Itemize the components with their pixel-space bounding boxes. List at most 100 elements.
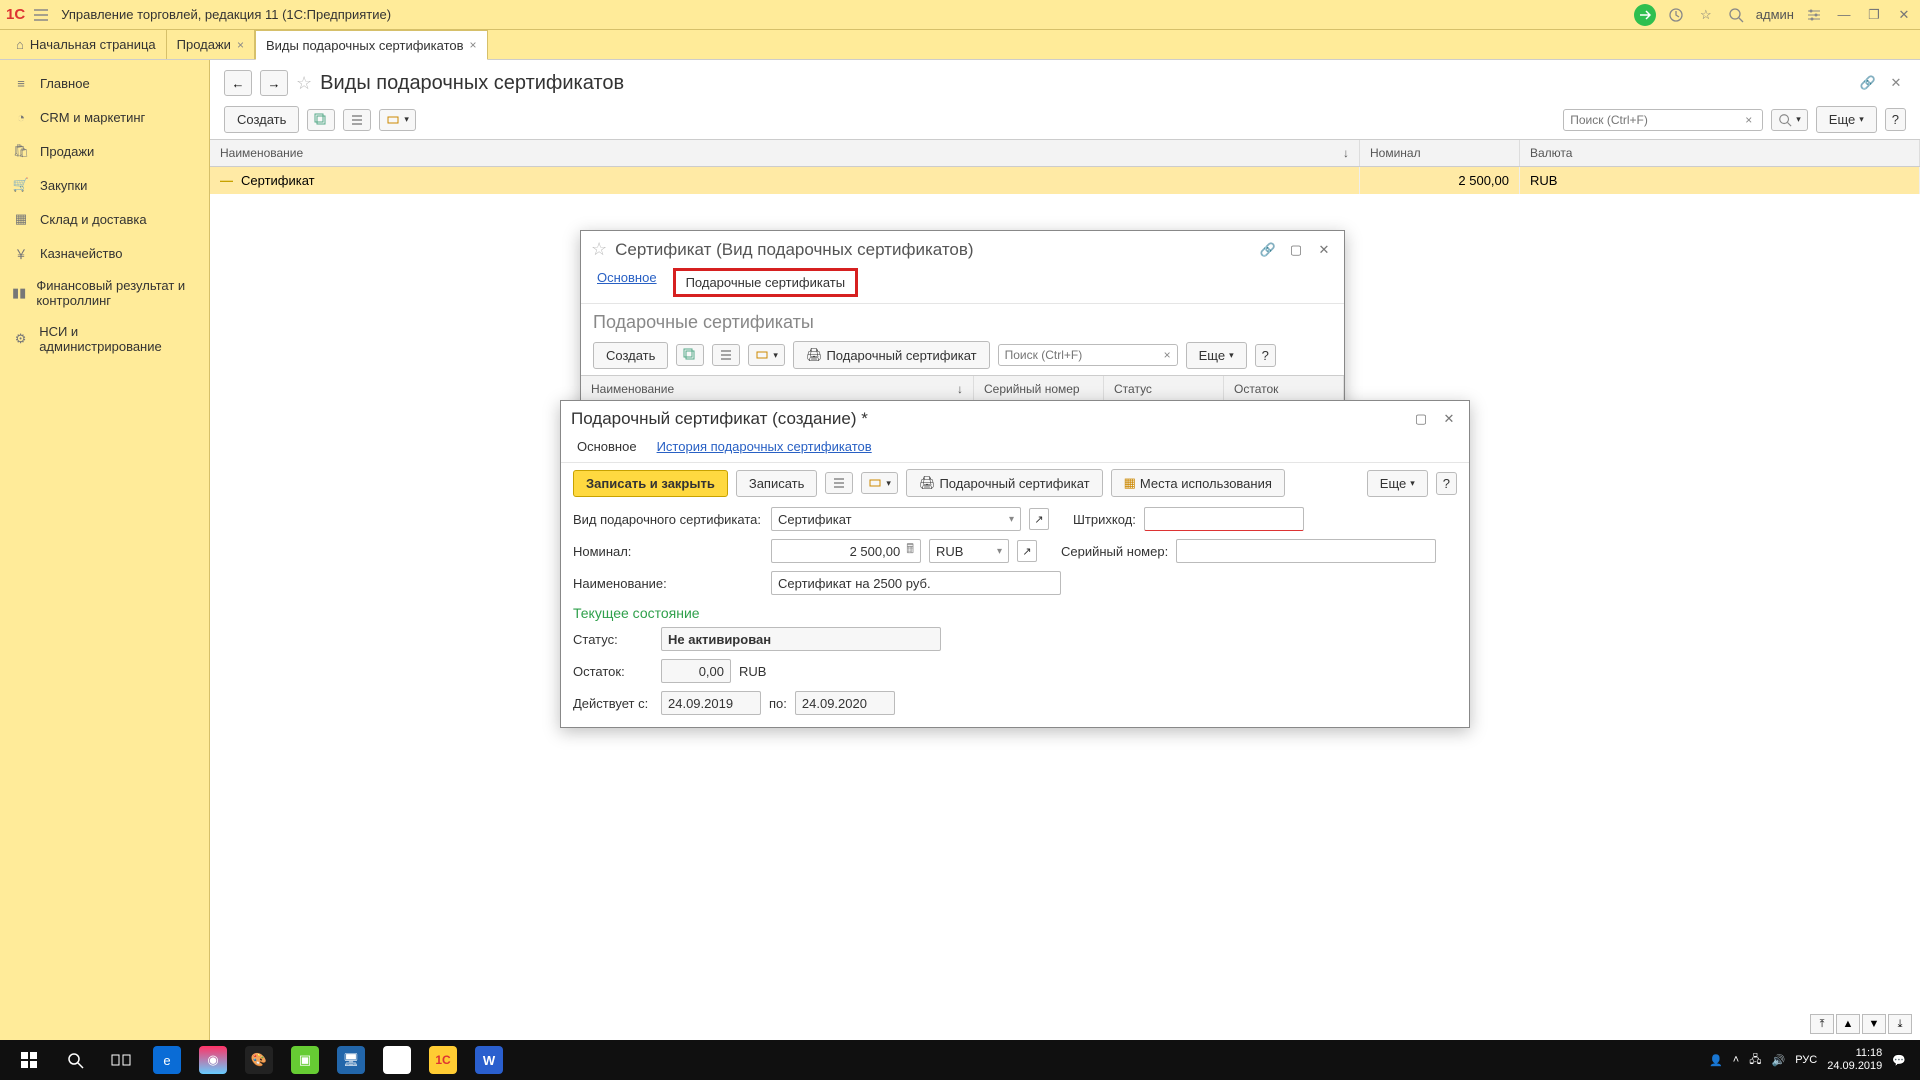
taskview-button[interactable] bbox=[98, 1040, 144, 1080]
favorite-star-icon[interactable]: ☆ bbox=[591, 239, 607, 260]
modal-search-input[interactable] bbox=[1005, 348, 1160, 362]
start-button[interactable] bbox=[6, 1040, 52, 1080]
scroll-up-button[interactable]: ▲ bbox=[1836, 1014, 1860, 1034]
nav-back-button[interactable]: ← bbox=[224, 70, 252, 96]
modal-col-rest[interactable]: Остаток bbox=[1224, 376, 1344, 402]
tab-close-icon[interactable]: × bbox=[237, 38, 244, 52]
window-minimize[interactable]: — bbox=[1834, 5, 1854, 25]
hamburger-icon[interactable] bbox=[29, 3, 53, 27]
scroll-bottom-button[interactable]: ⤓ bbox=[1888, 1014, 1912, 1034]
column-nominal[interactable]: Номинал bbox=[1360, 140, 1520, 166]
subtab-main[interactable]: Основное bbox=[573, 437, 641, 456]
link-icon[interactable]: 🔗 bbox=[1858, 73, 1878, 93]
help-button[interactable]: ? bbox=[1885, 108, 1906, 131]
currency-open-button[interactable]: ↗ bbox=[1017, 540, 1037, 562]
search-field[interactable]: × bbox=[1563, 109, 1763, 131]
taskbar-app-green[interactable]: ▣ bbox=[282, 1040, 328, 1080]
modal-help-button[interactable]: ? bbox=[1255, 344, 1276, 367]
tab-home[interactable]: ⌂ Начальная страница bbox=[6, 30, 167, 59]
create-button[interactable]: Создать bbox=[224, 106, 299, 133]
taskbar-app-chrome[interactable]: ◎ bbox=[374, 1040, 420, 1080]
search-input[interactable] bbox=[1570, 113, 1741, 127]
modal-list-button[interactable] bbox=[712, 344, 740, 366]
help-button[interactable]: ? bbox=[1436, 472, 1457, 495]
tray-lang[interactable]: РУС bbox=[1795, 1054, 1817, 1066]
tray-clock[interactable]: 11:18 24.09.2019 bbox=[1827, 1047, 1882, 1073]
modal-col-serial[interactable]: Серийный номер bbox=[974, 376, 1104, 402]
taskbar-app-maps[interactable]: ◉ bbox=[190, 1040, 236, 1080]
tab-sales[interactable]: Продажи × bbox=[167, 30, 255, 59]
calculator-icon[interactable]: 🖩 bbox=[906, 540, 914, 562]
sidebar-item-storage[interactable]: ▦ Склад и доставка bbox=[0, 202, 209, 236]
column-name[interactable]: Наименование ↓ bbox=[210, 140, 1360, 166]
print-dropdown-button[interactable]: ▾ bbox=[861, 472, 898, 494]
sidebar-item-main[interactable]: ≡ Главное bbox=[0, 66, 209, 100]
list-button[interactable] bbox=[825, 472, 853, 494]
tray-people-icon[interactable]: 👤 bbox=[1709, 1054, 1723, 1067]
currency-select[interactable]: RUB ▾ bbox=[929, 539, 1009, 563]
save-close-button[interactable]: Записать и закрыть bbox=[573, 470, 728, 497]
nominal-input[interactable]: 2 500,00 🖩 bbox=[771, 539, 921, 563]
sidebar-item-crm[interactable]: ◔ CRM и маркетинг bbox=[0, 100, 209, 134]
modal-close[interactable]: ✕ bbox=[1439, 409, 1459, 429]
serial-input[interactable] bbox=[1176, 539, 1436, 563]
link-icon[interactable]: 🔗 bbox=[1258, 240, 1278, 260]
taskbar-app-word[interactable]: W bbox=[466, 1040, 512, 1080]
modal-search-field[interactable]: × bbox=[998, 344, 1178, 366]
modal-col-name[interactable]: Наименование ↓ bbox=[581, 376, 974, 402]
favorite-star-icon[interactable]: ☆ bbox=[296, 73, 312, 94]
list-view-button[interactable] bbox=[343, 109, 371, 131]
tray-volume-icon[interactable]: 🔊 bbox=[1772, 1054, 1786, 1067]
sidebar-item-admin[interactable]: ⚙ НСИ и администрирование bbox=[0, 316, 209, 362]
search-icon[interactable] bbox=[1726, 5, 1746, 25]
search-clear-icon[interactable]: × bbox=[1160, 348, 1175, 362]
taskbar-app-1c[interactable]: 1С bbox=[420, 1040, 466, 1080]
subtab-history[interactable]: История подарочных сертификатов bbox=[653, 437, 876, 456]
table-row[interactable]: — Сертификат 2 500,00 RUB bbox=[210, 167, 1920, 194]
sidebar-item-financial[interactable]: ▮▮ Финансовый результат и контроллинг bbox=[0, 270, 209, 316]
more-button[interactable]: Еще ▾ bbox=[1816, 106, 1877, 133]
window-restore[interactable]: ❐ bbox=[1864, 5, 1884, 25]
settings-icon[interactable] bbox=[1804, 5, 1824, 25]
barcode-input[interactable] bbox=[1144, 507, 1304, 531]
window-close[interactable]: ✕ bbox=[1894, 5, 1914, 25]
subtab-certs[interactable]: Подарочные сертификаты bbox=[673, 268, 858, 297]
taskbar-app-vm[interactable]: 🖥 bbox=[328, 1040, 374, 1080]
more-button[interactable]: Еще ▾ bbox=[1367, 470, 1428, 497]
modal-print-dropdown[interactable]: ▾ bbox=[748, 344, 785, 366]
tray-chevron-up-icon[interactable]: ˄ bbox=[1733, 1054, 1739, 1066]
scroll-top-button[interactable]: ⤒ bbox=[1810, 1014, 1834, 1034]
save-button[interactable]: Записать bbox=[736, 470, 818, 497]
tab-close-icon[interactable]: × bbox=[470, 38, 477, 52]
user-name[interactable]: админ bbox=[1756, 7, 1794, 22]
taskbar-app-edge[interactable]: e bbox=[144, 1040, 190, 1080]
search-clear-icon[interactable]: × bbox=[1741, 113, 1756, 127]
close-page-icon[interactable]: ✕ bbox=[1886, 73, 1906, 93]
tray-notifications-icon[interactable]: 💬 bbox=[1892, 1054, 1906, 1067]
modal-copy-button[interactable] bbox=[676, 344, 704, 366]
nav-forward-button[interactable]: → bbox=[260, 70, 288, 96]
modal-maximize[interactable]: ▢ bbox=[1411, 409, 1431, 429]
taskbar-app-paint[interactable]: 🎨 bbox=[236, 1040, 282, 1080]
modal-more-button[interactable]: Еще ▾ bbox=[1186, 342, 1247, 369]
scroll-down-button[interactable]: ▼ bbox=[1862, 1014, 1886, 1034]
kind-open-button[interactable]: ↗ bbox=[1029, 508, 1049, 530]
modal-print-cert-button[interactable]: 🖨 Подарочный сертификат bbox=[793, 341, 990, 369]
sidebar-item-sales[interactable]: 🛍 Продажи bbox=[0, 134, 209, 168]
modal-col-status[interactable]: Статус bbox=[1104, 376, 1224, 402]
places-button[interactable]: ▦ Места использования bbox=[1111, 469, 1285, 497]
print-cert-button[interactable]: 🖨 Подарочный сертификат bbox=[906, 469, 1103, 497]
sidebar-item-purchases[interactable]: 🛒 Закупки bbox=[0, 168, 209, 202]
sidebar-item-treasury[interactable]: ￥ Казначейство bbox=[0, 236, 209, 270]
notifications-icon[interactable] bbox=[1634, 4, 1656, 26]
search-button[interactable] bbox=[52, 1040, 98, 1080]
star-icon[interactable]: ☆ bbox=[1696, 5, 1716, 25]
kind-select[interactable]: Сертификат ▾ bbox=[771, 507, 1021, 531]
column-currency[interactable]: Валюта bbox=[1520, 140, 1920, 166]
name-input[interactable]: Сертификат на 2500 руб. bbox=[771, 571, 1061, 595]
modal-close[interactable]: ✕ bbox=[1314, 240, 1334, 260]
copy-button[interactable] bbox=[307, 109, 335, 131]
tray-network-icon[interactable]: 🖧 bbox=[1749, 1051, 1761, 1070]
search-button[interactable]: ▾ bbox=[1771, 109, 1808, 131]
modal-maximize[interactable]: ▢ bbox=[1286, 240, 1306, 260]
